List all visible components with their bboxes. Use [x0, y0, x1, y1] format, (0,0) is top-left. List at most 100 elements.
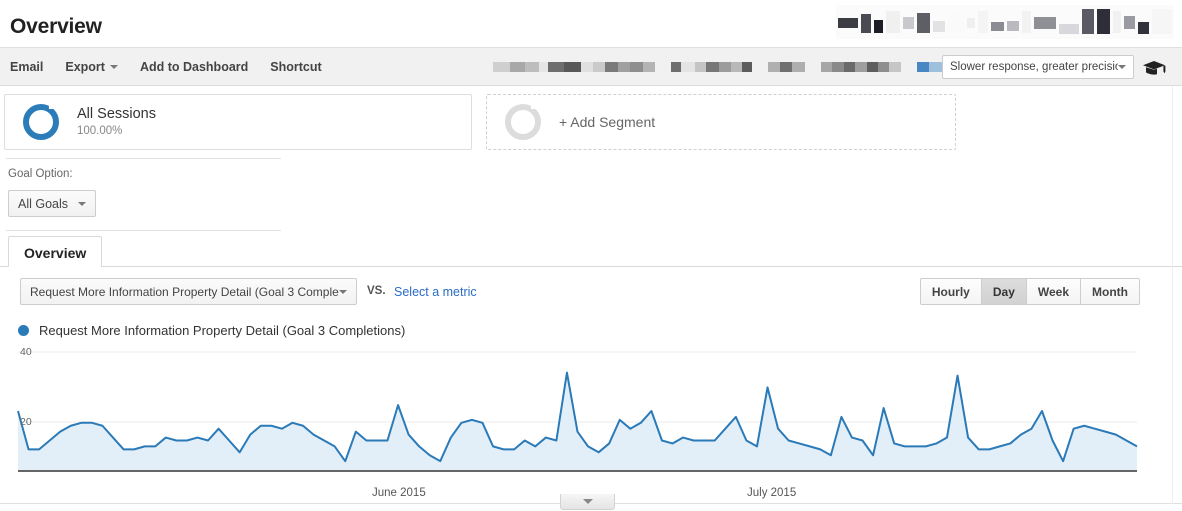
toolbar-item-email[interactable]: Email	[10, 60, 57, 74]
primary-metric-select[interactable]: Request More Information Property Detail…	[20, 278, 357, 305]
redacted-block	[991, 21, 1004, 31]
segment-percent: 100.00%	[77, 124, 123, 137]
sampling-level-label: Slower response, greater precision	[950, 61, 1118, 73]
analytics-overview-page: Overview Email Export Add to Dashboard Shor…	[0, 0, 1182, 511]
redacted-block	[493, 62, 510, 72]
redacted-block	[510, 62, 525, 72]
granularity-label: Month	[1092, 284, 1128, 299]
redacted-block	[605, 62, 618, 72]
collapse-panel-button[interactable]	[560, 494, 615, 510]
add-segment-button[interactable]: + Add Segment	[486, 94, 956, 150]
segment-bar: All Sessions 100.00% + Add Segment	[0, 86, 1182, 158]
redacted-block	[742, 62, 752, 72]
redacted-block	[618, 62, 630, 72]
toolbar-item-label: Shortcut	[270, 60, 322, 74]
action-toolbar: Email Export Add to Dashboard Shortcut Slow…	[0, 48, 1182, 86]
redacted-block	[1138, 22, 1149, 34]
tab-overview-label: Overview	[24, 244, 87, 261]
granularity-button-group: Hourly Day Week Month	[919, 278, 1140, 305]
redacted-block-group	[768, 62, 805, 72]
chevron-down-icon	[78, 201, 87, 206]
redacted-block	[1113, 11, 1121, 33]
redacted-block	[630, 62, 643, 72]
redacted-block	[948, 11, 964, 33]
granularity-label: Week	[1037, 284, 1070, 299]
segment-all-sessions[interactable]: All Sessions 100.00%	[4, 94, 472, 150]
toolbar-item-label: Export	[65, 60, 105, 74]
goal-option-label: Goal Option:	[8, 168, 73, 180]
redacted-block	[539, 62, 548, 72]
select-a-metric-link[interactable]: Select a metric	[394, 285, 477, 299]
redacted-block	[564, 62, 581, 72]
graduation-cap-icon[interactable]	[1142, 60, 1166, 81]
chart-legend: Request More Information Property Detail…	[18, 323, 405, 338]
redacted-block	[978, 11, 988, 33]
redacted-block	[525, 62, 539, 72]
redacted-block	[933, 21, 945, 32]
series-area-fill	[18, 372, 1137, 470]
redacted-block	[780, 62, 792, 72]
segment-name: All Sessions	[77, 105, 156, 122]
redacted-block	[1152, 9, 1172, 34]
redacted-block-group	[821, 62, 901, 72]
chart-svg	[17, 351, 1138, 472]
redacted-block	[838, 18, 858, 28]
redacted-block	[861, 13, 871, 33]
timeseries-chart[interactable]	[0, 344, 1182, 484]
redacted-block	[1022, 11, 1031, 33]
legend-color-dot	[18, 325, 29, 336]
redacted-block	[593, 62, 605, 72]
redacted-block	[886, 11, 900, 33]
redacted-block	[1034, 16, 1056, 29]
header-redacted-content	[836, 5, 1174, 39]
granularity-day[interactable]: Day	[981, 279, 1027, 304]
toolbar-item-shortcut[interactable]: Shortcut	[270, 60, 335, 74]
granularity-month[interactable]: Month	[1081, 279, 1139, 304]
granularity-label: Hourly	[931, 284, 970, 299]
toolbar-item-add-to-dashboard[interactable]: Add to Dashboard	[140, 60, 262, 74]
granularity-hourly[interactable]: Hourly	[920, 279, 982, 304]
redacted-block	[792, 62, 805, 72]
redacted-block-group	[493, 62, 655, 72]
goal-option-select[interactable]: All Goals	[8, 190, 97, 217]
redacted-block	[1007, 21, 1019, 31]
redacted-block	[874, 19, 883, 33]
redacted-block	[867, 62, 878, 72]
redacted-block	[548, 62, 564, 72]
redacted-block	[706, 62, 719, 72]
redacted-block	[1082, 9, 1094, 34]
redacted-block	[581, 62, 593, 72]
redacted-block	[695, 62, 706, 72]
toolbar-item-label: Add to Dashboard	[139, 60, 249, 74]
redacted-block	[844, 62, 855, 72]
vs-label: VS.	[367, 285, 386, 297]
tab-overview[interactable]: Overview	[8, 236, 103, 268]
granularity-label: Day	[992, 284, 1015, 299]
goal-option-bar: Goal Option: All Goals	[0, 158, 1182, 230]
donut-icon	[23, 104, 59, 140]
toolbar-item-export[interactable]: Export	[65, 60, 132, 74]
legend-series-label: Request More Information Property Detail…	[39, 323, 406, 338]
redacted-block	[889, 62, 901, 72]
goal-option-value: All Goals	[18, 196, 69, 211]
y-axis-label-20: 20	[20, 416, 32, 428]
redacted-block	[832, 62, 844, 72]
redacted-block	[821, 62, 832, 72]
redacted-block	[917, 12, 930, 33]
redacted-block	[967, 18, 975, 28]
sampling-level-select[interactable]: Slower response, greater precision	[942, 55, 1134, 79]
add-segment-label: + Add Segment	[559, 114, 656, 130]
redacted-block-group	[671, 62, 752, 72]
chevron-down-icon	[1118, 65, 1126, 69]
x-axis-label-july: July 2015	[747, 487, 797, 499]
redacted-block	[731, 62, 742, 72]
toolbar-actions: Email Export Add to Dashboard Shortcut	[10, 48, 344, 86]
toolbar-redacted-content	[493, 48, 979, 86]
x-axis-label-june: June 2015	[372, 487, 426, 499]
redacted-block	[855, 62, 867, 72]
redacted-block	[681, 62, 695, 72]
redacted-block	[671, 62, 681, 72]
redacted-block	[917, 62, 929, 72]
redacted-block	[1059, 23, 1079, 34]
granularity-week[interactable]: Week	[1026, 279, 1082, 304]
